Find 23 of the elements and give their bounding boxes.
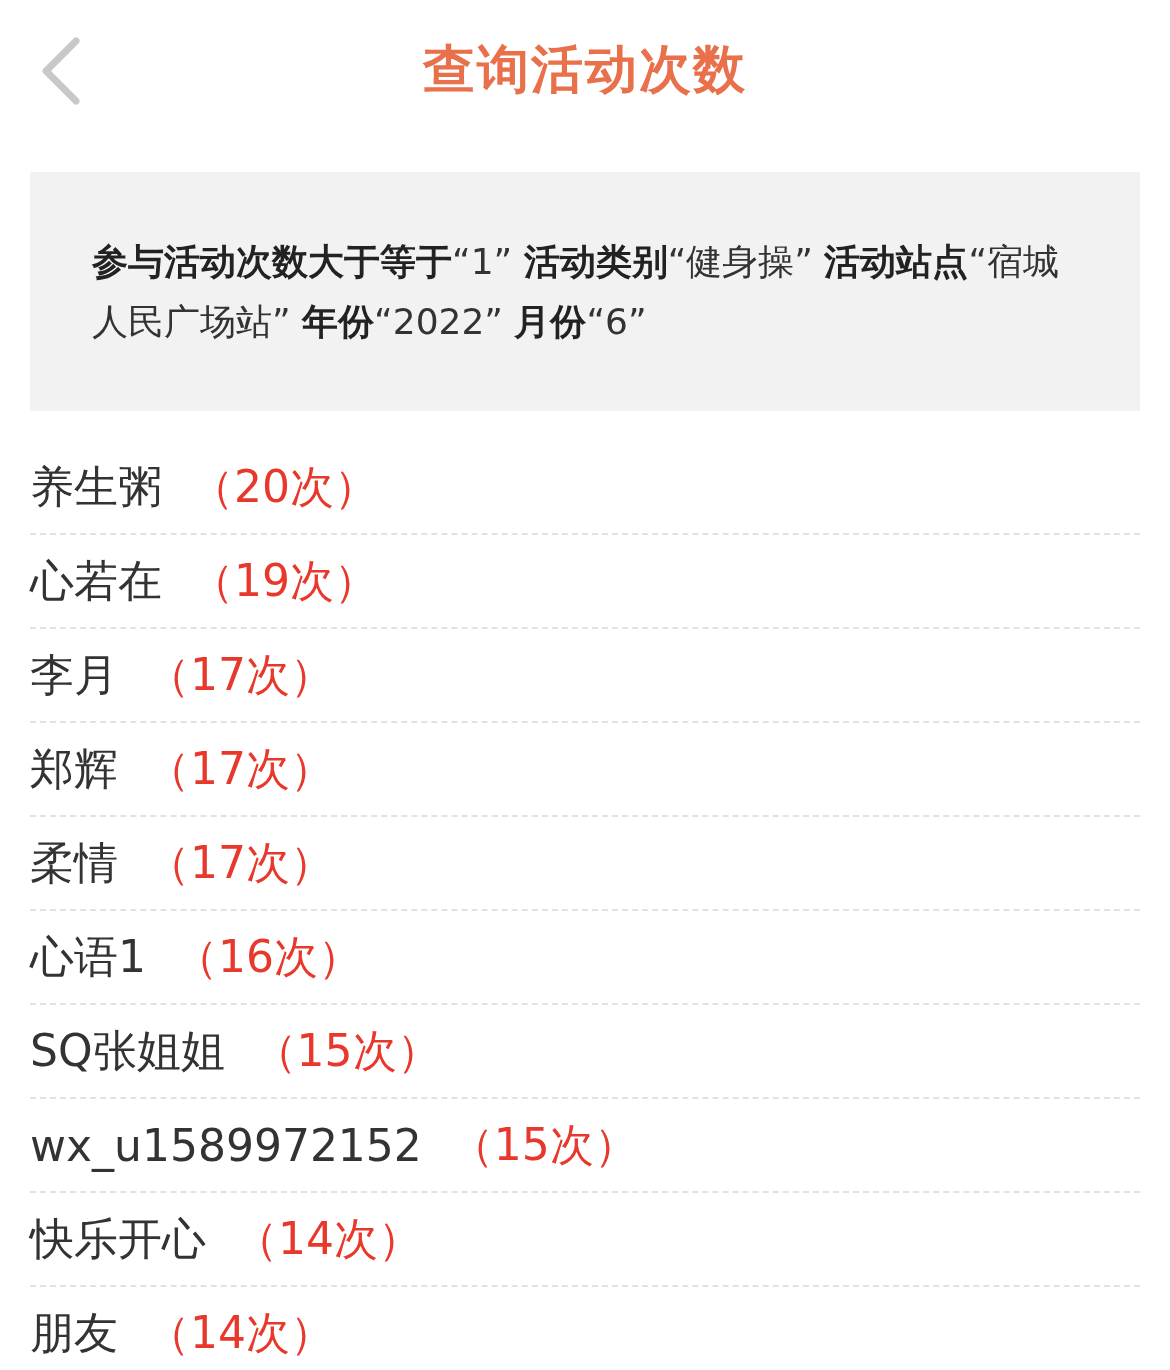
member-name: 心若在 [30, 553, 162, 608]
activity-count: （17次） [146, 741, 334, 796]
member-name: wx_u1589972152 [30, 1119, 422, 1171]
activity-count: （19次） [190, 553, 378, 608]
page-title: 查询活动次数 [423, 38, 747, 101]
activity-count: （17次） [146, 835, 334, 890]
member-name: 快乐开心 [30, 1211, 206, 1266]
activity-count: （16次） [174, 929, 362, 984]
activity-count: （20次） [190, 459, 378, 514]
activity-count: （17次） [146, 647, 334, 702]
member-name: 李月 [30, 647, 118, 702]
member-name: SQ张姐姐 [30, 1023, 225, 1078]
member-name: 柔情 [30, 835, 118, 890]
activity-count: （14次） [146, 1305, 334, 1360]
member-name: 郑辉 [30, 741, 118, 796]
back-chevron-icon[interactable] [40, 37, 82, 105]
member-name: 养生粥 [30, 459, 162, 514]
member-name: 心语1 [30, 929, 146, 984]
activity-count: （15次） [252, 1023, 441, 1078]
member-name: 朋友 [30, 1305, 118, 1360]
activity-count: （15次） [449, 1117, 638, 1172]
activity-count: （14次） [234, 1211, 422, 1266]
filter-summary-text: 参与活动次数大于等于“1” 活动类别“健身操” 活动站点“宿城人民广场站” 年份“2022” 月份“6” [92, 239, 1061, 344]
